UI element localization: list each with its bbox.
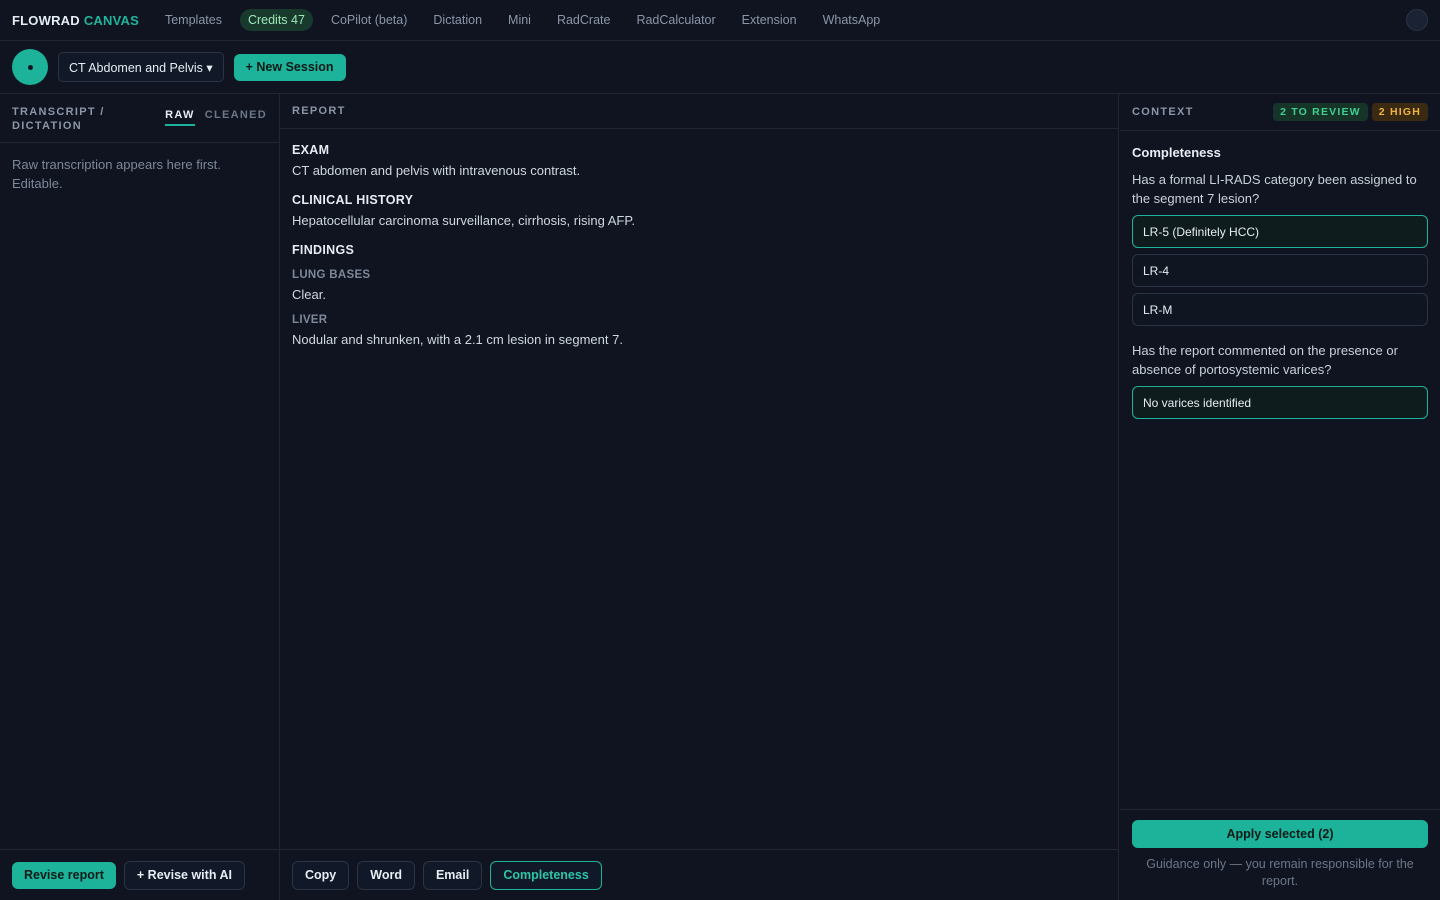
report-title: REPORT: [292, 105, 346, 117]
nav-templates[interactable]: Templates: [165, 13, 222, 27]
option-lr5[interactable]: LR-5 (Definitely HCC): [1132, 215, 1428, 248]
completeness-button[interactable]: Completeness: [490, 860, 602, 890]
option-lrm[interactable]: LR-M: [1132, 293, 1428, 326]
liver-heading: LIVER: [292, 314, 328, 326]
brand-suffix: CANVAS: [83, 12, 139, 28]
context-header: CONTEXT 2 TO REVIEW 2 HIGH: [1120, 94, 1440, 131]
transcript-panel: TRANSCRIPT / DICTATION RAW CLEANED Raw t…: [0, 94, 280, 900]
report-panel: REPORT EXAM CT abdomen and pelvis with i…: [280, 94, 1119, 900]
context-title: CONTEXT: [1132, 106, 1194, 118]
exam-text[interactable]: CT abdomen and pelvis with intravenous c…: [292, 163, 1106, 178]
context-footer: Apply selected (2) Guidance only — you r…: [1120, 809, 1440, 900]
app-logo[interactable]: FLOWRAD CANVAS: [12, 13, 139, 28]
clinical-history-heading: CLINICAL HISTORY: [292, 193, 414, 207]
tab-cleaned[interactable]: CLEANED: [205, 109, 267, 126]
credits-badge[interactable]: Credits 47: [239, 9, 313, 31]
email-button[interactable]: Email: [422, 860, 483, 890]
top-nav: FLOWRAD CANVAS Templates Credits 47 CoPil…: [0, 0, 1440, 41]
copy-button[interactable]: Copy: [292, 860, 350, 890]
context-panel: CONTEXT 2 TO REVIEW 2 HIGH Completeness …: [1120, 94, 1440, 900]
template-select[interactable]: CT Abdomen and Pelvis ▾: [58, 52, 224, 82]
option-lr4[interactable]: LR-4: [1132, 254, 1428, 287]
lung-bases-heading: LUNG BASES: [292, 269, 371, 281]
question-lirads: Has a formal LI-RADS category been assig…: [1132, 172, 1417, 206]
nav-mini[interactable]: Mini: [508, 13, 531, 27]
context-badges: 2 TO REVIEW 2 HIGH: [1273, 103, 1428, 121]
nav-radcalculator[interactable]: RadCalculator: [636, 13, 715, 27]
nav-radcrate[interactable]: RadCrate: [557, 13, 611, 27]
record-button[interactable]: [12, 49, 48, 85]
to-review-badge: 2 TO REVIEW: [1273, 103, 1368, 121]
nav-whatsapp[interactable]: WhatsApp: [823, 13, 881, 27]
question-varices: Has the report commented on the presence…: [1132, 343, 1398, 377]
tab-raw[interactable]: RAW: [165, 109, 195, 126]
context-body: Completeness Has a formal LI-RADS catego…: [1120, 131, 1440, 439]
transcript-tabs: RAW CLEANED: [165, 109, 267, 126]
transcript-footer: Revise report + Revise with AI: [0, 849, 279, 900]
report-header: REPORT: [280, 94, 1118, 129]
nav-copilot[interactable]: CoPilot (beta): [331, 13, 407, 27]
lung-bases-text[interactable]: Clear.: [292, 287, 1106, 302]
session-toolbar: CT Abdomen and Pelvis ▾ + New Session: [0, 41, 1440, 94]
guidance-disclaimer: Guidance only — you remain responsible f…: [1146, 857, 1414, 888]
findings-heading: FINDINGS: [292, 243, 355, 257]
revise-report-button[interactable]: Revise report: [12, 861, 116, 889]
clinical-history-text[interactable]: Hepatocellular carcinoma surveillance, c…: [292, 213, 1106, 228]
revise-with-ai-button[interactable]: + Revise with AI: [123, 860, 245, 890]
exam-heading: EXAM: [292, 143, 330, 157]
high-priority-badge: 2 HIGH: [1371, 103, 1428, 121]
avatar[interactable]: [1406, 9, 1428, 31]
option-no-varices[interactable]: No varices identified: [1132, 386, 1428, 419]
transcript-header: TRANSCRIPT / DICTATION RAW CLEANED: [0, 94, 279, 143]
brand-name: FLOWRAD: [12, 12, 80, 28]
report-editor[interactable]: EXAM CT abdomen and pelvis with intraven…: [280, 129, 1118, 371]
word-button[interactable]: Word: [357, 860, 415, 890]
nav-extension[interactable]: Extension: [742, 13, 797, 27]
transcript-editor[interactable]: Raw transcription appears here first. Ed…: [0, 143, 240, 205]
new-session-button[interactable]: + New Session: [233, 53, 346, 81]
apply-selected-button[interactable]: Apply selected (2): [1132, 820, 1428, 848]
transcript-title: TRANSCRIPT / DICTATION: [12, 106, 105, 132]
liver-text[interactable]: Nodular and shrunken, with a 2.1 cm lesi…: [292, 332, 1106, 347]
report-footer: Copy Word Email Completeness: [280, 849, 1118, 900]
nav-dictation[interactable]: Dictation: [433, 13, 482, 27]
record-icon: [27, 64, 33, 70]
completeness-heading: Completeness: [1132, 145, 1221, 160]
